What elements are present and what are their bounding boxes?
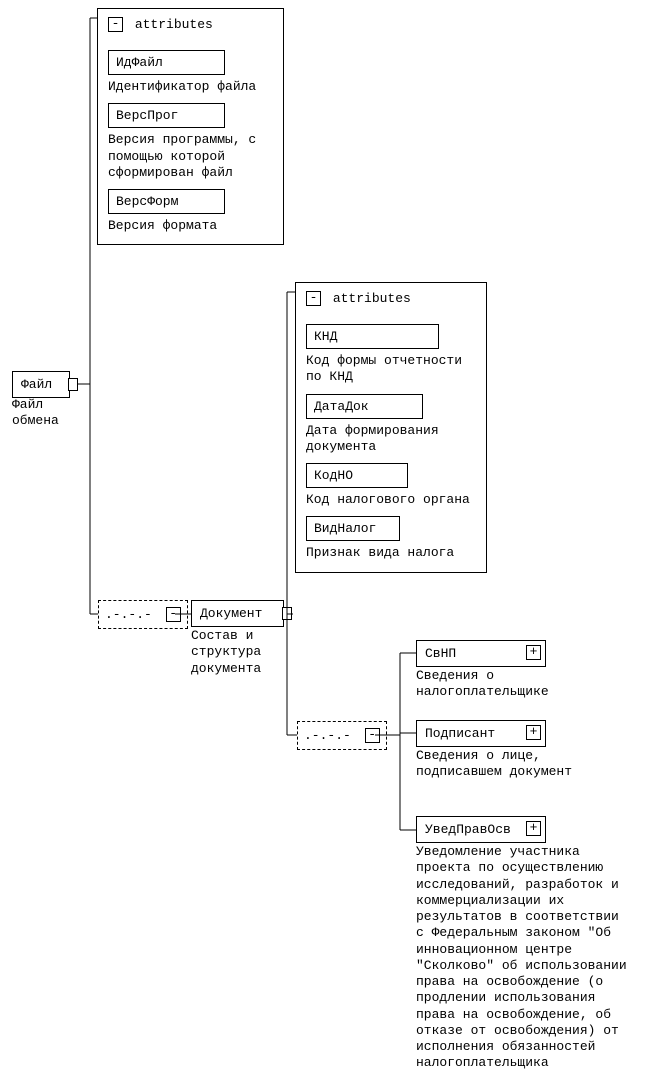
connectors <box>0 0 656 1076</box>
